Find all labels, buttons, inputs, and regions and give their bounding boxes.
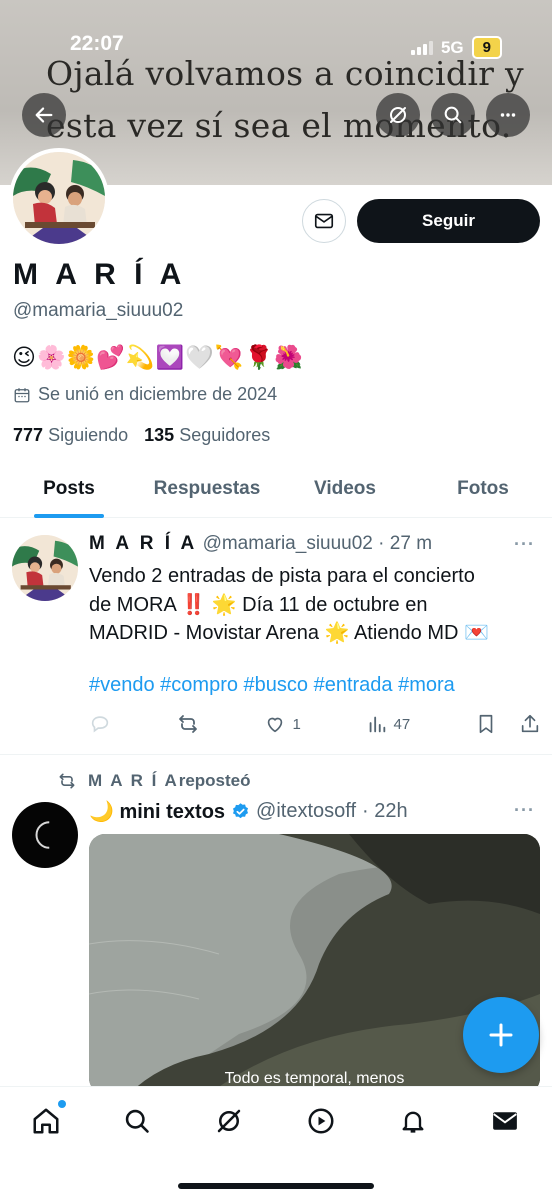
post-handle[interactable]: @itextosoff	[256, 800, 356, 823]
share-icon[interactable]	[519, 713, 541, 735]
views-icon	[369, 716, 385, 733]
followers-link[interactable]: 135 Seguidores	[144, 425, 270, 446]
nav-grok[interactable]	[211, 1103, 247, 1139]
reply-button[interactable]	[89, 713, 111, 735]
repost-indicator: M A R Í Areposteó	[56, 771, 251, 791]
back-button[interactable]	[22, 93, 66, 137]
nav-messages[interactable]	[487, 1103, 523, 1139]
repost-icon	[178, 715, 197, 733]
follow-stats: 777 Siguiendo 135 Seguidores	[13, 425, 270, 446]
profile-tabs: Posts Respuestas Videos Fotos	[0, 460, 552, 518]
post-header: 🌙 mini textos @itextosoff · 22h	[89, 799, 408, 824]
tab-fotos[interactable]: Fotos	[414, 460, 552, 517]
post-avatar[interactable]	[12, 535, 78, 601]
post-divider	[0, 754, 552, 755]
signal-icon	[410, 40, 433, 55]
more-icon: ···	[514, 534, 535, 554]
repost-button[interactable]	[176, 712, 200, 736]
grok-button[interactable]	[376, 93, 420, 137]
post-body[interactable]: Vendo 2 entradas de pista para el concie…	[89, 562, 539, 648]
network-label: 5G	[440, 37, 464, 57]
post-time: · 22h	[362, 800, 408, 822]
post-more-button[interactable]: ···	[514, 800, 535, 821]
followers-count: 135	[144, 425, 175, 445]
grok-icon	[390, 107, 406, 123]
repost-label: reposteó	[178, 771, 251, 790]
joined-text: Se unió en diciembre de 2024	[38, 384, 278, 404]
heart-icon	[268, 717, 283, 733]
nav-notifications[interactable]	[395, 1103, 431, 1139]
profile-bio: 😉🌸🌼💕💫💟🤍💘🌹🌺	[12, 344, 304, 370]
views-button[interactable]: 47	[366, 713, 411, 735]
post-actions: 1 47	[89, 710, 541, 738]
following-label: Siguiendo	[48, 425, 129, 445]
post-time: · 27 m	[378, 533, 433, 554]
post-author[interactable]: M A R Í A	[89, 533, 197, 554]
following-link[interactable]: 777 Siguiendo	[13, 425, 128, 446]
post-author[interactable]: 🌙 mini textos	[89, 799, 225, 824]
message-button[interactable]	[302, 199, 346, 243]
reply-icon	[91, 716, 109, 733]
profile-name: M A R Í A	[13, 258, 187, 291]
bookmark-icon[interactable]	[475, 713, 497, 735]
battery-indicator: 9	[471, 36, 502, 59]
home-icon	[33, 1108, 59, 1134]
avatar-illustration	[12, 535, 78, 601]
mail-icon	[314, 213, 334, 229]
plus-icon	[489, 1023, 513, 1047]
verified-icon	[233, 803, 249, 819]
calendar-icon	[14, 387, 30, 402]
status-time: 22:07	[70, 32, 124, 55]
tab-posts[interactable]: Posts	[0, 460, 138, 517]
repost-icon	[59, 773, 75, 789]
post-more-button[interactable]: ···	[514, 534, 535, 555]
repost-author[interactable]: M A R Í A	[88, 771, 179, 790]
arrow-left-icon	[35, 107, 53, 123]
search-icon	[444, 106, 462, 124]
status-indicators: 5G 9	[410, 36, 502, 59]
profile-handle: @mamaria_siuuu02	[13, 300, 184, 321]
post-line-1: Vendo 2 entradas de pista para el concie…	[89, 565, 475, 587]
mail-icon	[493, 1112, 517, 1130]
following-count: 777	[13, 425, 44, 445]
nav-video[interactable]	[303, 1103, 339, 1139]
home-indicator[interactable]	[178, 1183, 374, 1189]
followers-label: Seguidores	[179, 425, 271, 445]
joined-date: Se unió en diciembre de 2024	[13, 384, 277, 405]
avatar-illustration	[13, 152, 105, 244]
moon-icon	[35, 821, 50, 849]
bottom-navigation	[0, 1086, 552, 1200]
views-count: 47	[393, 715, 411, 733]
tab-videos[interactable]: Videos	[276, 460, 414, 517]
bell-icon	[402, 1111, 424, 1133]
compose-button[interactable]	[463, 997, 539, 1073]
nav-search[interactable]	[119, 1103, 155, 1139]
post-hashtags[interactable]: #vendo #compro #busco #entrada #mora	[89, 674, 455, 697]
video-icon	[308, 1108, 334, 1134]
post-line-2: de MORA ‼️ 🌟 Día 11 de octubre en	[89, 593, 428, 616]
more-icon	[500, 113, 516, 117]
more-icon: ···	[514, 800, 535, 820]
post-extra-actions	[475, 713, 541, 735]
post-handle[interactable]: @mamaria_siuuu02	[203, 533, 373, 554]
post-line-3: MADRID - Movistar Arena 🌟 Atiendo MD 💌	[89, 622, 489, 644]
tab-respuestas[interactable]: Respuestas	[138, 460, 276, 517]
profile-avatar[interactable]	[9, 148, 109, 248]
follow-button[interactable]: Seguir	[357, 199, 540, 243]
like-button[interactable]: 1	[264, 713, 301, 735]
nav-home[interactable]	[28, 1100, 66, 1139]
post-header: M A R Í A @mamaria_siuuu02 · 27 m	[89, 533, 432, 555]
grok-icon	[217, 1109, 241, 1133]
search-button[interactable]	[431, 93, 475, 137]
post-avatar[interactable]	[12, 802, 78, 868]
more-button[interactable]	[486, 93, 530, 137]
search-icon	[125, 1109, 149, 1133]
like-count: 1	[292, 715, 301, 733]
notification-dot	[58, 1100, 66, 1108]
